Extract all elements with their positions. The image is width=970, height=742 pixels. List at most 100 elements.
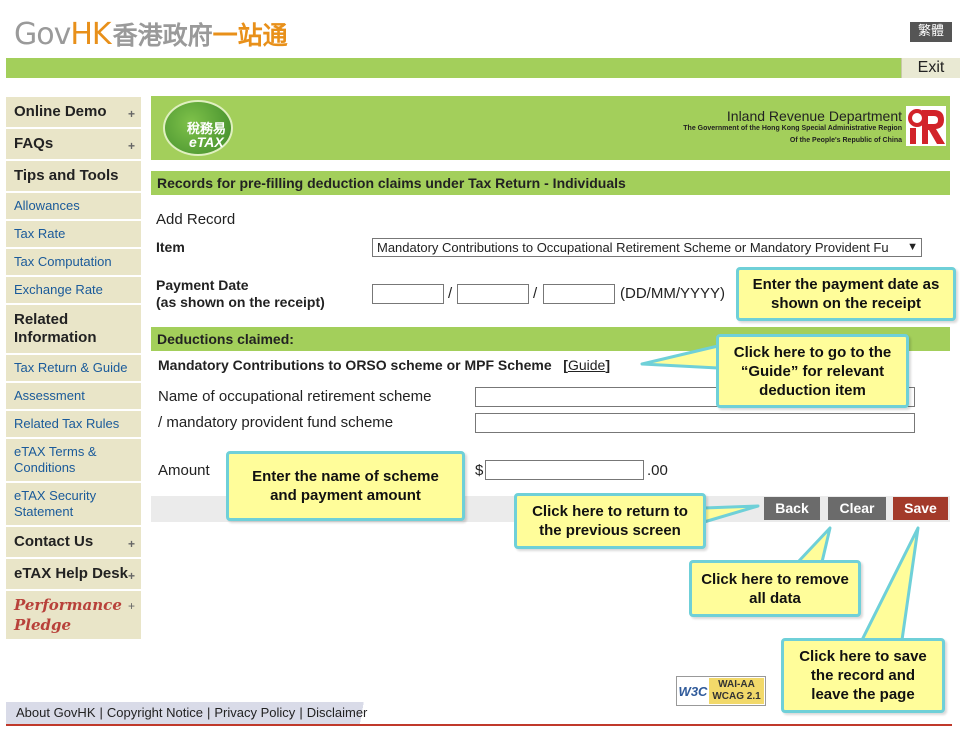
footer-link-disclaimer[interactable]: Disclaimer: [307, 705, 368, 720]
payment-day-input[interactable]: [372, 284, 444, 304]
currency-symbol: $: [475, 462, 484, 479]
sidebar-item-label: Tax Computation: [14, 254, 112, 269]
guide-link[interactable]: Guide: [568, 357, 605, 373]
payment-date-label: Payment Date: [156, 277, 249, 293]
expand-icon: +: [127, 569, 135, 583]
sidebar-item-etax-security[interactable]: eTAX Security Statement: [6, 483, 141, 525]
footer-link-privacy-policy[interactable]: Privacy Policy: [214, 705, 295, 720]
callout-save: Click here to save the record and leave …: [781, 638, 945, 713]
sidebar-item-tax-return-guide[interactable]: Tax Return & Guide: [6, 355, 141, 381]
sidebar-heading-tips-and-tools: Tips and Tools: [6, 161, 141, 191]
callout-payment-date: Enter the payment date as shown on the r…: [736, 267, 956, 321]
back-button[interactable]: Back: [764, 497, 820, 520]
mpf-heading-text: Mandatory Contributions to ORSO scheme o…: [158, 357, 552, 373]
sidebar-item-faqs[interactable]: FAQs +: [6, 129, 141, 159]
sidebar-item-label: Related Information: [14, 311, 97, 346]
wai-aa-text: WAI-AA: [718, 679, 755, 690]
etax-logo: 稅務易 eTAX: [163, 100, 233, 156]
sidebar-item-exchange-rate[interactable]: Exchange Rate: [6, 277, 141, 303]
sidebar-item-related-tax-rules[interactable]: Related Tax Rules: [6, 411, 141, 437]
logo-zh-text-2: 一站通: [212, 21, 288, 50]
item-label: Item: [156, 239, 185, 255]
sidebar-item-label: eTAX Help Desk: [14, 565, 128, 582]
amount-label: Amount: [158, 462, 210, 479]
sidebar-item-label: Contact Us: [14, 533, 94, 550]
sidebar-item-etax-terms[interactable]: eTAX Terms & Conditions: [6, 439, 141, 481]
amount-cents: .00: [647, 462, 668, 479]
callout-scheme-amount: Enter the name of scheme and payment amo…: [226, 451, 465, 521]
callout-guide: Click here to go to the “Guide” for rele…: [716, 334, 909, 408]
callout-back: Click here to return to the previous scr…: [514, 493, 706, 549]
wcag-badge[interactable]: W3C WAI-AA WCAG 2.1: [676, 676, 766, 706]
sidebar-item-tax-computation[interactable]: Tax Computation: [6, 249, 141, 275]
sidebar-item-label: eTAX Security Statement: [14, 488, 97, 519]
sidebar-item-label: Tips and Tools: [14, 167, 119, 184]
exit-button[interactable]: Exit: [901, 58, 960, 78]
payment-date-sublabel: (as shown on the receipt): [156, 294, 325, 310]
etax-banner: 稅務易 eTAX Inland Revenue Department The G…: [151, 96, 950, 160]
sidebar-item-label: eTAX Terms & Conditions: [14, 444, 97, 475]
payment-year-input[interactable]: [543, 284, 615, 304]
etax-logo-en: eTAX: [189, 134, 224, 150]
sidebar-item-label: Exchange Rate: [14, 282, 103, 297]
clear-button[interactable]: Clear: [828, 497, 886, 520]
w3c-logo: W3C: [678, 683, 708, 699]
guide-bracket-close: ]: [605, 357, 610, 373]
mpf-heading: Mandatory Contributions to ORSO scheme o…: [158, 357, 610, 373]
date-separator: /: [448, 285, 453, 302]
language-toggle-button[interactable]: 繁體: [910, 22, 952, 42]
footer-links: About GovHK | Copyright Notice | Privacy Pol…: [6, 702, 392, 724]
ird-title: Inland Revenue Department: [726, 108, 902, 124]
govhk-logo[interactable]: Gov HK 香港政府 一站通: [14, 16, 288, 52]
footer-link-about-govhk[interactable]: About GovHK: [16, 705, 96, 720]
payment-month-input[interactable]: [457, 284, 529, 304]
save-button[interactable]: Save: [893, 497, 948, 520]
sidebar-item-etax-help-desk[interactable]: eTAX Help Desk +: [6, 559, 141, 589]
scheme-name-input-2[interactable]: [475, 413, 915, 433]
scheme-name-label-1: Name of occupational retirement scheme: [158, 388, 432, 405]
expand-icon: +: [127, 537, 135, 551]
ird-subtitle-1: The Government of the Hong Kong Special …: [683, 125, 902, 132]
chevron-down-icon: ▼: [907, 241, 918, 253]
sidebar-item-tax-rate[interactable]: Tax Rate: [6, 221, 141, 247]
add-record-label: Add Record: [156, 211, 236, 228]
footer-separator: |: [207, 705, 211, 720]
logo-gov-text: Gov: [14, 17, 71, 52]
date-separator: /: [533, 285, 538, 302]
expand-icon: +: [127, 139, 135, 153]
ird-subtitle-2: Of the People's Republic of China: [789, 137, 902, 144]
wai-aa-badge: WAI-AA WCAG 2.1: [709, 678, 764, 704]
amount-input[interactable]: [485, 460, 644, 480]
item-select-value: Mandatory Contributions to Occupational …: [377, 240, 889, 255]
sidebar: Online Demo + FAQs + Tips and Tools Allo…: [6, 97, 141, 641]
footer-separator: |: [99, 705, 103, 720]
expand-icon: +: [127, 107, 135, 121]
sidebar-item-assessment[interactable]: Assessment: [6, 383, 141, 409]
expand-icon: +: [127, 599, 135, 613]
sidebar-item-label: Online Demo: [14, 103, 107, 120]
date-format-hint: (DD/MM/YYYY): [620, 285, 725, 302]
ird-logo-icon: [906, 106, 946, 146]
scheme-name-label-2: / mandatory provident fund scheme: [158, 414, 394, 431]
sidebar-item-label: Related Tax Rules: [14, 416, 120, 431]
top-nav-bar: [6, 58, 960, 78]
footer-divider: [6, 724, 952, 726]
sidebar-item-label: Tax Rate: [14, 226, 66, 241]
sidebar-item-label: Allowances: [14, 198, 80, 213]
sidebar-item-label: Tax Return & Guide: [14, 360, 128, 375]
wcag-text: WCAG 2.1: [712, 691, 761, 702]
sidebar-item-online-demo[interactable]: Online Demo +: [6, 97, 141, 127]
item-select[interactable]: Mandatory Contributions to Occupational …: [372, 238, 922, 257]
sidebar-item-contact-us[interactable]: Contact Us +: [6, 527, 141, 557]
footer-link-copyright-notice[interactable]: Copyright Notice: [107, 705, 203, 720]
sidebar-item-label: FAQs: [14, 135, 54, 152]
page-title: Records for pre-filling deduction claims…: [151, 171, 950, 195]
sidebar-item-label: Assessment: [14, 388, 85, 403]
sidebar-item-performance-pledge[interactable]: Performance Pledge +: [6, 591, 141, 639]
sidebar-heading-related-information: Related Information: [6, 305, 141, 353]
performance-pledge-logo: Performance Pledge: [14, 596, 122, 634]
logo-zh-text-1: 香港政府: [112, 21, 213, 50]
callout-clear: Click here to remove all data: [689, 560, 861, 617]
footer-separator: |: [299, 705, 303, 720]
sidebar-item-allowances[interactable]: Allowances: [6, 193, 141, 219]
